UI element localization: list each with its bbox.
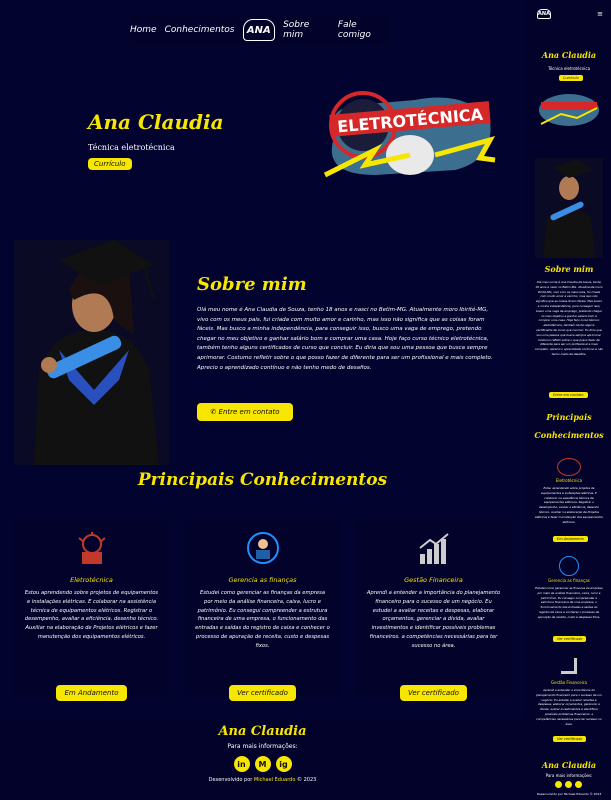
mobile-contact-button[interactable]: Entre em contato — [549, 392, 588, 398]
cv-button[interactable]: Currículo — [88, 158, 132, 170]
mobile-about-title: Sobre mim — [544, 264, 594, 274]
skill-text: Estou aprendendo sobre projetos de equip… — [24, 590, 159, 640]
mobile-subtitle: Técnica eletrotécnica — [547, 66, 591, 71]
footer-info: Para mais informações: — [227, 743, 298, 750]
growth-chart-icon — [418, 533, 449, 564]
mobile-cv-button[interactable]: Currículo — [559, 75, 583, 81]
mobile-skill-button[interactable]: Ver certificado — [553, 736, 587, 742]
mobile-skill-title: Gerencia as finanças — [548, 578, 590, 583]
footer: Ana Claudia Para mais informações: in M … — [0, 718, 525, 800]
desktop-page: Home Conhecimentos ANA Sobre mim Fale co… — [0, 0, 525, 800]
skill-button-em-andamento[interactable]: Em Andamento — [56, 685, 127, 701]
credit-suffix: © 2023 — [295, 777, 317, 783]
mobile-preview: ANA ≡ Ana Claudia Técnica eletrotécnica … — [527, 0, 611, 800]
mobile-skill-text: Estudei como gerenciar as finanças da em… — [535, 586, 603, 619]
nav-link-conhecimentos[interactable]: Conhecimentos — [165, 25, 235, 35]
skill-title: Eletrotécnica — [70, 576, 113, 584]
linkedin-icon[interactable]: in — [233, 756, 250, 772]
mobile-skill-title: Gestão Financeira — [551, 680, 587, 685]
nav-link-sobre-mim[interactable]: Sobre mim — [283, 20, 330, 40]
footer-credit: Desenvolvido por Michael Eduardo © 2023 — [0, 777, 525, 783]
skill-button-certificado[interactable]: Ver certificado — [229, 685, 296, 701]
about-title: Sobre mim — [197, 274, 307, 295]
nav-link-fale-comigo[interactable]: Fale comigo — [338, 20, 390, 40]
nav-link-home[interactable]: Home — [130, 25, 157, 35]
mobile-footer-name: Ana Claudia — [541, 760, 597, 770]
mobile-electrician-icon — [557, 458, 581, 476]
footer-name: Ana Claudia — [218, 724, 307, 739]
mobile-banner-image — [539, 94, 599, 126]
credit-prefix: Desenvolvido por — [208, 777, 254, 783]
mobile-gmail-icon[interactable] — [565, 781, 572, 788]
mobile-finance-icon — [559, 556, 579, 576]
finance-person-icon — [246, 532, 279, 564]
skill-card-financas: Gerencia as finanças Estudei como gerenc… — [185, 518, 340, 701]
skill-title: Gestão Financeira — [404, 576, 463, 584]
top-nav: Home Conhecimentos ANA Sobre mim Fale co… — [130, 15, 390, 45]
skill-text: Estudei como gerenciar as finanças da em… — [195, 590, 330, 649]
mobile-logo[interactable]: ANA — [537, 9, 551, 19]
graduate-photo — [14, 240, 169, 465]
social-links: in M ig — [0, 756, 525, 772]
skill-card-eletrotecnica: Eletrotécnica Estou aprendendo sobre pro… — [14, 518, 169, 701]
eletrotecnica-banner-image: ELETROTÉCNICA — [323, 91, 496, 178]
mobile-skill-text: Aprendi a entender a importância do plan… — [536, 688, 602, 726]
gmail-icon[interactable]: M — [254, 756, 271, 772]
contact-button-label: Entre em contato — [218, 408, 280, 416]
skill-text: Aprendi a entender a importância do plan… — [366, 590, 501, 649]
mobile-skill-button[interactable]: Em Andamento — [553, 536, 589, 542]
whatsapp-icon: ✆ — [210, 408, 219, 416]
about-text: Olá meu nome é Ana Claudia de Souza, ten… — [197, 307, 493, 371]
hamburger-menu-icon[interactable]: ≡ — [597, 10, 603, 18]
credit-author[interactable]: Michael Eduardo — [254, 777, 296, 783]
electrician-icon — [77, 532, 106, 564]
mobile-skill-title: Eletrotécnica — [555, 478, 583, 483]
hero-subtitle: Técnica eletrotécnica — [88, 143, 175, 152]
mobile-about-text: Olá meu nome é Ana Claudia de Souza, ten… — [535, 280, 603, 356]
contact-button[interactable]: ✆ Entre em contato — [197, 403, 293, 421]
mobile-graduate-photo — [535, 158, 603, 258]
mobile-instagram-icon[interactable] — [575, 781, 582, 788]
skill-card-gestao: Gestão Financeira Aprendi a entender a i… — [356, 518, 511, 701]
instagram-icon[interactable]: ig — [275, 756, 292, 772]
mobile-footer-info: Para mais informações: — [545, 773, 593, 778]
skill-title: Gerencia as finanças — [228, 576, 297, 584]
skills-title: Principais Conhecimentos — [137, 470, 388, 490]
logo[interactable]: ANA — [242, 19, 276, 41]
mobile-chart-icon — [561, 658, 577, 674]
skill-button-certificado[interactable]: Ver certificado — [400, 685, 467, 701]
mobile-skill-text: Estou aprendendo sobre projetos de equip… — [535, 486, 603, 524]
mobile-linkedin-icon[interactable] — [555, 781, 562, 788]
mobile-footer-credit: Desenvolvido por Michael Eduardo © 2023 — [536, 792, 602, 796]
mobile-skills-title-1: Principais — [546, 412, 592, 422]
mobile-social-links — [555, 781, 582, 788]
hero-name: Ana Claudia — [88, 110, 224, 134]
mobile-skills-title-2: Conhecimentos — [534, 430, 604, 440]
mobile-name: Ana Claudia — [541, 50, 597, 60]
mobile-skill-button[interactable]: Ver certificado — [553, 636, 587, 642]
